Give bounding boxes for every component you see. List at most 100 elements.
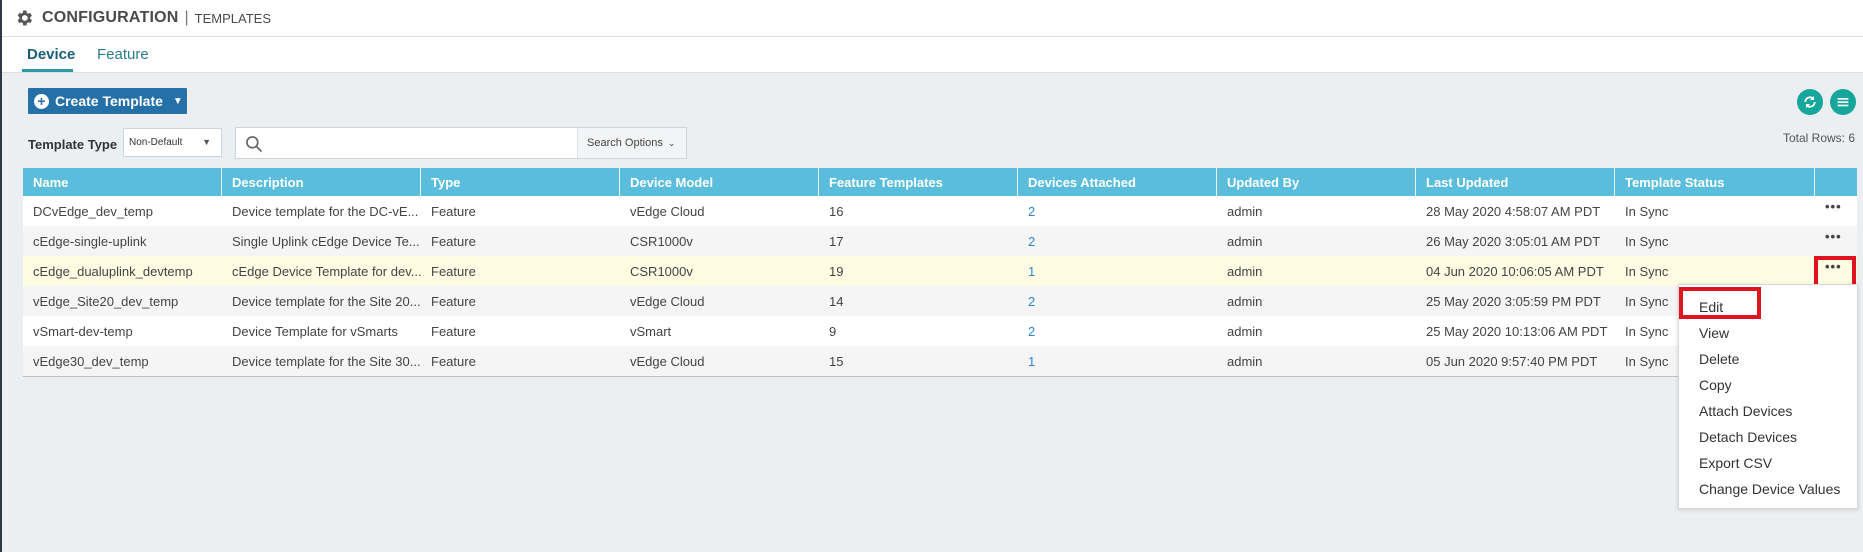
menu-item-view[interactable]: View bbox=[1699, 325, 1729, 341]
cell-device-model: CSR1000v bbox=[630, 264, 693, 279]
cell-description: Device Template for vSmarts bbox=[232, 324, 398, 339]
cell-devices-attached[interactable]: 2 bbox=[1018, 196, 1217, 226]
cell-type: Feature bbox=[431, 234, 476, 249]
cell-updated-by: admin bbox=[1227, 264, 1263, 279]
cell-type: Feature bbox=[431, 264, 476, 279]
table-menu-button[interactable] bbox=[1830, 89, 1856, 115]
search-icon bbox=[246, 136, 263, 153]
table-row[interactable]: cEdge_dualuplink_devtemp cEdge Device Tem… bbox=[23, 256, 1857, 286]
page-title: CONFIGURATION bbox=[42, 9, 179, 26]
cell-template-status: In Sync bbox=[1625, 234, 1669, 249]
cell-template-status: In Sync bbox=[1625, 264, 1669, 279]
cell-feature-templates: 14 bbox=[829, 294, 844, 309]
table-row[interactable]: cEdge-single-uplink Single Uplink cEdge D… bbox=[23, 226, 1857, 256]
hamburger-menu-icon bbox=[1837, 98, 1849, 107]
cell-template-status: In Sync bbox=[1625, 204, 1669, 219]
cell-updated-by: admin bbox=[1227, 294, 1263, 309]
cell-device-model: vSmart bbox=[630, 324, 672, 339]
cell-updated-by: admin bbox=[1227, 324, 1263, 339]
cell-device-model: vEdge Cloud bbox=[630, 354, 705, 369]
cell-type: Feature bbox=[431, 294, 476, 309]
column-header-name[interactable]: Name bbox=[23, 168, 222, 196]
caret-down-icon: ▼ bbox=[202, 137, 211, 147]
menu-item-change-device-values[interactable]: Change Device Values bbox=[1699, 481, 1840, 497]
tab-device[interactable]: Device bbox=[27, 46, 75, 63]
column-header-updated-by[interactable]: Updated By bbox=[1217, 168, 1416, 196]
cell-type: Feature bbox=[431, 324, 476, 339]
cell-type: Feature bbox=[431, 354, 476, 369]
search-options-label: Search Options bbox=[587, 137, 663, 149]
table-row[interactable]: vEdge30_dev_temp Device template for the … bbox=[23, 346, 1857, 376]
column-header-template-status[interactable]: Template Status bbox=[1615, 168, 1815, 196]
cell-feature-templates: 19 bbox=[829, 264, 844, 279]
cell-last-updated: 28 May 2020 4:58:07 AM PDT bbox=[1426, 204, 1601, 219]
table-row[interactable]: DCvEdge_dev_temp Device template for the … bbox=[23, 196, 1857, 226]
page-header: CONFIGURATION | TEMPLATES bbox=[2, 0, 1863, 37]
column-header-type[interactable]: Type bbox=[421, 168, 620, 196]
page-subtitle: TEMPLATES bbox=[194, 10, 272, 26]
tab-feature[interactable]: Feature bbox=[97, 46, 149, 63]
menu-item-delete[interactable]: Delete bbox=[1699, 351, 1739, 367]
column-header-last-updated[interactable]: Last Updated bbox=[1416, 168, 1615, 196]
row-actions-button[interactable]: ••• bbox=[1815, 196, 1857, 226]
tab-bar: Device Feature bbox=[2, 37, 1863, 73]
column-header-devices-attached[interactable]: Devices Attached bbox=[1018, 168, 1217, 196]
create-template-label: Create Template bbox=[55, 93, 163, 109]
cell-devices-attached[interactable]: 1 bbox=[1018, 256, 1217, 286]
column-header-actions bbox=[1815, 168, 1857, 196]
cell-device-model: CSR1000v bbox=[630, 234, 693, 249]
cell-devices-attached[interactable]: 2 bbox=[1018, 286, 1217, 316]
plus-circle-icon: + bbox=[34, 93, 49, 109]
table-row[interactable]: vEdge_Site20_dev_temp Device template for… bbox=[23, 286, 1857, 316]
template-type-select[interactable]: Non-Default ▼ bbox=[123, 128, 222, 157]
cell-feature-templates: 15 bbox=[829, 354, 844, 369]
column-header-device-model[interactable]: Device Model bbox=[620, 168, 819, 196]
menu-item-attach-devices[interactable]: Attach Devices bbox=[1699, 403, 1792, 419]
edit-item-highlight bbox=[1679, 287, 1761, 319]
search-bar: Search Options ⌄ bbox=[235, 127, 687, 159]
cell-last-updated: 25 May 2020 3:05:59 PM PDT bbox=[1426, 294, 1601, 309]
menu-item-copy[interactable]: Copy bbox=[1699, 377, 1732, 393]
cell-feature-templates: 17 bbox=[829, 234, 844, 249]
column-header-feature-templates[interactable]: Feature Templates bbox=[819, 168, 1018, 196]
cell-description: cEdge Device Template for dev... bbox=[232, 264, 421, 279]
cell-description: Device template for the Site 20... bbox=[232, 294, 421, 309]
cell-feature-templates: 16 bbox=[829, 204, 844, 219]
cell-last-updated: 26 May 2020 3:05:01 AM PDT bbox=[1426, 234, 1601, 249]
template-type-label: Template Type bbox=[28, 137, 118, 152]
chevron-down-icon: ⌄ bbox=[667, 138, 676, 148]
templates-table: Name Description Type Device Model Featu… bbox=[23, 168, 1857, 377]
cell-updated-by: admin bbox=[1227, 234, 1263, 249]
column-header-description[interactable]: Description bbox=[222, 168, 421, 196]
title-separator: | bbox=[184, 9, 189, 26]
menu-item-export-csv[interactable]: Export CSV bbox=[1699, 455, 1772, 471]
cell-name: vEdge30_dev_temp bbox=[33, 354, 149, 369]
cell-name: cEdge-single-uplink bbox=[33, 234, 147, 249]
cell-device-model: vEdge Cloud bbox=[630, 204, 705, 219]
cell-device-model: vEdge Cloud bbox=[630, 294, 705, 309]
table-row[interactable]: vSmart-dev-temp Device Template for vSmar… bbox=[23, 316, 1857, 346]
cell-name: cEdge_dualuplink_devtemp bbox=[33, 264, 193, 279]
cell-devices-attached[interactable]: 1 bbox=[1018, 346, 1217, 376]
cell-type: Feature bbox=[431, 204, 476, 219]
create-template-button[interactable]: + Create Template ▼ bbox=[28, 88, 187, 114]
search-input[interactable] bbox=[270, 131, 610, 155]
gear-icon bbox=[17, 10, 32, 26]
total-rows-count: Total Rows: 6 bbox=[1782, 131, 1855, 145]
cell-updated-by: admin bbox=[1227, 204, 1263, 219]
cell-devices-attached[interactable]: 2 bbox=[1018, 316, 1217, 346]
search-options-button[interactable]: Search Options ⌄ bbox=[577, 128, 686, 158]
cell-last-updated: 04 Jun 2020 10:06:05 AM PDT bbox=[1426, 264, 1604, 279]
cell-name: DCvEdge_dev_temp bbox=[33, 204, 153, 219]
cell-last-updated: 25 May 2020 10:13:06 AM PDT bbox=[1426, 324, 1608, 339]
cell-devices-attached[interactable]: 2 bbox=[1018, 226, 1217, 256]
table-header-row: Name Description Type Device Model Featu… bbox=[23, 168, 1857, 196]
menu-item-detach-devices[interactable]: Detach Devices bbox=[1699, 429, 1797, 445]
template-type-value: Non-Default bbox=[129, 137, 183, 148]
refresh-icon bbox=[1804, 96, 1816, 108]
cell-description: Single Uplink cEdge Device Te... bbox=[232, 234, 420, 249]
cell-feature-templates: 9 bbox=[829, 324, 837, 339]
refresh-button[interactable] bbox=[1797, 89, 1823, 115]
cell-last-updated: 05 Jun 2020 9:57:40 PM PDT bbox=[1426, 354, 1598, 369]
row-actions-button[interactable]: ••• bbox=[1815, 226, 1857, 256]
